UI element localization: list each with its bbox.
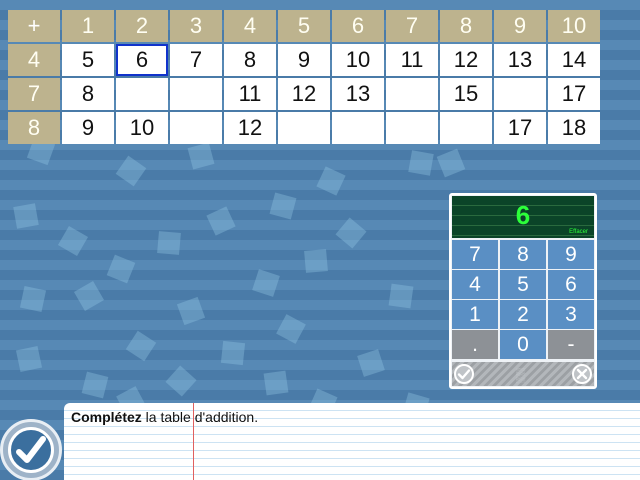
keypad-key[interactable]: - <box>548 330 594 359</box>
column-header: 9 <box>494 10 546 42</box>
keypad-key[interactable]: 7 <box>452 240 498 269</box>
table-cell[interactable]: 7 <box>170 44 222 76</box>
table-cell[interactable]: 13 <box>332 78 384 110</box>
keypad-key[interactable]: 9 <box>548 240 594 269</box>
table-cell[interactable]: 5 <box>62 44 114 76</box>
column-header: 2 <box>116 10 168 42</box>
table-cell[interactable] <box>170 112 222 144</box>
table-cell[interactable] <box>386 112 438 144</box>
addition-table: +1 2 3 4 5 6 7 8 9 10 4 5 6 7 8 9 10 11 12 13 14 7 8 11 12 13 15 17… <box>8 10 600 144</box>
instruction-bold: Complétez <box>71 409 142 425</box>
table-cell[interactable]: 15 <box>440 78 492 110</box>
keypad-display-value: 6 <box>515 200 531 230</box>
column-header: 6 <box>332 10 384 42</box>
table-cell[interactable] <box>170 78 222 110</box>
table-corner-plus: + <box>8 10 60 42</box>
selected-table-cell[interactable]: 6 <box>116 44 168 76</box>
table-cell[interactable]: 9 <box>62 112 114 144</box>
table-cell[interactable]: 10 <box>116 112 168 144</box>
table-cell[interactable] <box>332 112 384 144</box>
table-cell[interactable] <box>440 112 492 144</box>
table-cell[interactable]: 11 <box>386 44 438 76</box>
table-cell[interactable]: 17 <box>494 112 546 144</box>
keypad-display: 6 Effacer <box>452 196 594 238</box>
keypad-key[interactable]: 4 <box>452 270 498 299</box>
numeric-keypad: 6 Effacer 789456123.0- ▒ <box>449 193 597 389</box>
drag-handle-icon[interactable]: ▒ <box>516 367 525 382</box>
table-cell[interactable]: 17 <box>548 78 600 110</box>
row-header: 4 <box>8 44 60 76</box>
column-header: 7 <box>386 10 438 42</box>
erase-button[interactable]: Effacer <box>569 229 588 235</box>
table-cell[interactable]: 10 <box>332 44 384 76</box>
table-cell[interactable]: 12 <box>278 78 330 110</box>
keypad-key[interactable]: 5 <box>500 270 546 299</box>
column-header: 8 <box>440 10 492 42</box>
keypad-key[interactable]: 3 <box>548 300 594 329</box>
table-cell[interactable]: 9 <box>278 44 330 76</box>
row-header: 7 <box>8 78 60 110</box>
keypad-key[interactable]: 8 <box>500 240 546 269</box>
checkmark-icon <box>8 427 54 473</box>
table-cell[interactable]: 12 <box>224 112 276 144</box>
column-header: 3 <box>170 10 222 42</box>
close-circle-icon[interactable] <box>572 364 592 384</box>
keypad-action-bar: ▒ <box>452 362 594 386</box>
keypad-key[interactable]: . <box>452 330 498 359</box>
check-circle-icon[interactable] <box>454 364 474 384</box>
instruction-rest: la table d'addition. <box>141 409 259 425</box>
keypad-key[interactable]: 0 <box>500 330 546 359</box>
validate-button[interactable] <box>0 419 62 480</box>
table-cell[interactable]: 13 <box>494 44 546 76</box>
table-cell[interactable]: 8 <box>62 78 114 110</box>
column-header: 1 <box>62 10 114 42</box>
table-cell[interactable]: 14 <box>548 44 600 76</box>
keypad-key[interactable]: 6 <box>548 270 594 299</box>
table-cell[interactable] <box>386 78 438 110</box>
table-cell[interactable]: 12 <box>440 44 492 76</box>
keypad-key[interactable]: 1 <box>452 300 498 329</box>
column-header: 4 <box>224 10 276 42</box>
table-cell[interactable]: 11 <box>224 78 276 110</box>
table-cell[interactable]: 18 <box>548 112 600 144</box>
instruction-panel: Complétez la table d'addition. <box>64 403 640 480</box>
table-cell[interactable]: 8 <box>224 44 276 76</box>
row-header: 8 <box>8 112 60 144</box>
column-header: 5 <box>278 10 330 42</box>
table-cell[interactable] <box>116 78 168 110</box>
table-cell[interactable] <box>278 112 330 144</box>
instruction-text: Complétez la table d'addition. <box>71 409 258 425</box>
column-header: 10 <box>548 10 600 42</box>
table-cell[interactable] <box>494 78 546 110</box>
keypad-key[interactable]: 2 <box>500 300 546 329</box>
